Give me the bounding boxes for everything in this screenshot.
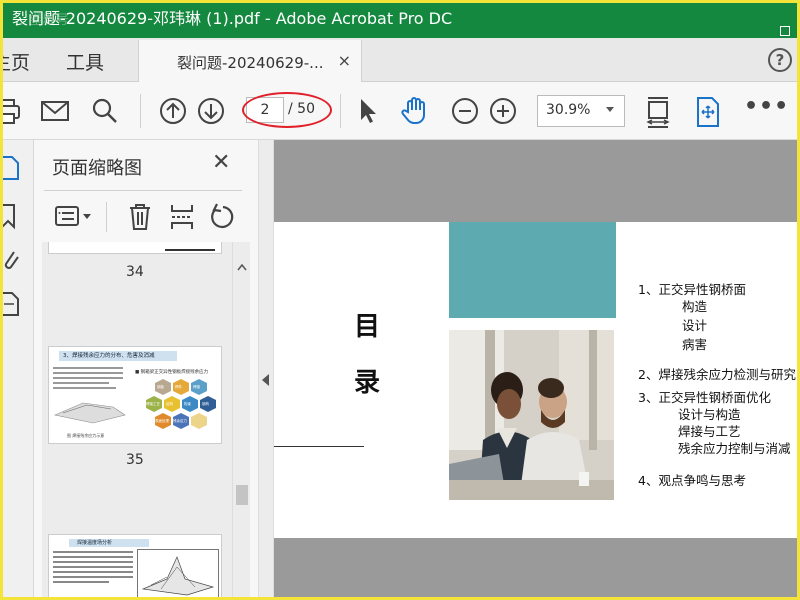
fit-page-icon[interactable] [644, 96, 672, 134]
close-panel-icon[interactable]: ✕ [212, 150, 230, 175]
thumbnail-line [165, 249, 215, 251]
thumbnail-page-number: 35 [126, 452, 144, 468]
panel-splitter[interactable] [258, 140, 274, 600]
collapse-panel-icon[interactable] [262, 374, 269, 386]
thumbnail-scrollbar[interactable] [232, 242, 250, 600]
document-page: 目 录 1、正交异性钢桥面 构造 设计 病害 2、焊接残余应力检测与研究 3、正… [274, 222, 800, 538]
more-icon[interactable]: ••• [744, 94, 789, 119]
zoom-out-icon[interactable] [450, 96, 480, 130]
delete-page-icon[interactable] [128, 202, 152, 236]
thumbnail-list[interactable]: 34 3、焊接残余应力的分布、危害及消减 ■ 钢箱梁正交异性钢板焊接残余应力 图… [42, 242, 232, 600]
help-icon[interactable]: ? [768, 48, 792, 72]
menu-home[interactable]: 主页 [0, 48, 30, 75]
hex-label: 焊件 [175, 385, 182, 389]
teal-block [449, 222, 616, 318]
title-bar: 裂问题-20240629-邓玮琳 (1).pdf - Adobe Acrobat… [0, 0, 800, 38]
print-icon[interactable] [0, 96, 20, 130]
toc-subitem: 残余应力控制与消减 [678, 441, 791, 456]
thumbnail-caption: 图 焊接残余应力示意 [67, 433, 105, 438]
thumbnail-page[interactable]: 焊接温度场分析 [48, 534, 222, 600]
page-thumbnails-icon[interactable] [2, 154, 20, 186]
window-controls[interactable] [776, 12, 790, 38]
toc-title-1: 目 [354, 312, 381, 342]
title-underline [274, 446, 364, 447]
zoom-select[interactable]: 30.9% [537, 95, 625, 127]
panel-title: 页面缩略图 [52, 158, 142, 179]
insert-page-icon[interactable] [168, 202, 196, 236]
search-icon[interactable] [90, 96, 120, 130]
restore-icon[interactable] [780, 26, 790, 36]
thumbnail-3d-plot [137, 549, 219, 599]
email-icon[interactable] [40, 96, 70, 130]
select-cursor-icon[interactable] [356, 96, 380, 130]
panel-divider [44, 190, 242, 191]
menu-tools[interactable]: 工具 [66, 48, 104, 75]
thumbnail-diagram [54, 402, 126, 424]
red-highlight-annotation [242, 92, 332, 128]
options-menu-icon[interactable] [54, 204, 94, 234]
thumbnail-page[interactable] [48, 242, 222, 254]
thumbnail-page-number: 34 [126, 264, 144, 280]
zoom-in-icon[interactable] [488, 96, 518, 130]
thumbnail-legend: ■ 钢箱梁正交异性钢板焊接残余应力 [135, 370, 209, 375]
page-thumbnails-panel: 页面缩略图 ✕ 34 3、焊接残余应力的分布、危害及消减 ■ 钢箱梁正交异性钢板… [34, 140, 258, 600]
bookmark-icon[interactable] [1, 202, 20, 234]
toc-subitem: 设计 [682, 318, 708, 333]
previous-page-icon[interactable] [158, 96, 188, 130]
scrollbar-thumb[interactable] [236, 485, 248, 505]
hex-label: 钢板 [157, 385, 164, 389]
watermark: 塑料号 [30, 13, 70, 28]
hex-label: 钢构 [202, 402, 209, 406]
thumbnail-body-text [53, 367, 123, 393]
thumbnail-heading: 焊接温度场分析 [77, 540, 113, 546]
thumbnail-heading: 3、焊接残余应力的分布、危害及消减 [63, 353, 155, 359]
panel-separator [106, 202, 107, 232]
toc-subitem: 构造 [682, 299, 708, 314]
tab-bar: 主页 工具 裂问题-20240629-... × ? [0, 38, 800, 82]
office-photo [449, 330, 614, 500]
document-view[interactable]: 目 录 1、正交异性钢桥面 构造 设计 病害 2、焊接残余应力检测与研究 3、正… [274, 140, 800, 600]
hex-label: 焊缝 [193, 385, 200, 389]
fullscreen-icon[interactable] [694, 96, 722, 132]
toolbar: 2 / 50 30.9% ••• [0, 82, 800, 140]
tab-document-label: 裂问题-20240629-... [177, 54, 324, 72]
tab-document[interactable]: 裂问题-20240629-... × [138, 40, 362, 82]
toc-subitem: 病害 [682, 337, 708, 352]
zoom-value: 30.9% [546, 102, 591, 118]
left-icon-strip [0, 140, 34, 600]
chevron-down-icon [606, 107, 614, 112]
tab-close-icon[interactable]: × [338, 51, 351, 70]
attachment-icon[interactable] [2, 246, 20, 278]
toolbar-separator [140, 94, 141, 128]
rotate-page-icon[interactable] [208, 202, 238, 236]
hand-tool-icon[interactable] [400, 96, 432, 130]
hex-label: 拘束 [184, 402, 191, 406]
hex-label: 焊接工艺 [146, 402, 160, 406]
next-page-icon[interactable] [196, 96, 226, 130]
toc-item: 4、观点争鸣与思考 [638, 473, 746, 488]
toc-item: 2、焊接残余应力检测与研究 [638, 367, 796, 382]
thumbnail-page[interactable]: 3、焊接残余应力的分布、危害及消减 ■ 钢箱梁正交异性钢板焊接残余应力 图 焊接… [48, 346, 222, 444]
window-title: 裂问题-20240629-邓玮琳 (1).pdf - Adobe Acrobat… [12, 9, 453, 28]
document-icon[interactable] [2, 290, 20, 322]
hex-label: 结构 [166, 402, 173, 406]
thumbnail-body-text [53, 551, 133, 583]
hex-label: 表面处理 [155, 419, 169, 423]
scroll-up-icon[interactable] [237, 256, 247, 275]
toolbar-separator [340, 94, 341, 128]
toc-title-2: 录 [354, 368, 381, 398]
hex-label: 残余应力 [173, 419, 187, 423]
